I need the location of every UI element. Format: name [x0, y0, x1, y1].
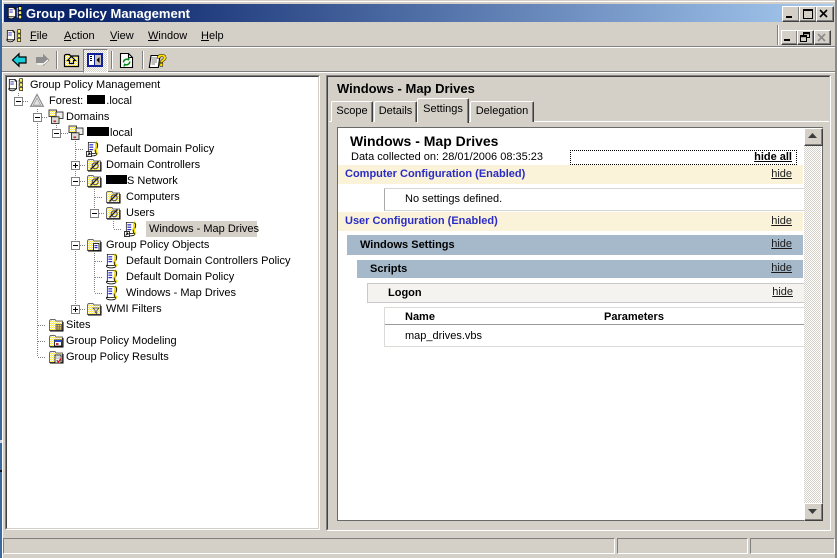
svg-text:?: ? [157, 52, 167, 69]
